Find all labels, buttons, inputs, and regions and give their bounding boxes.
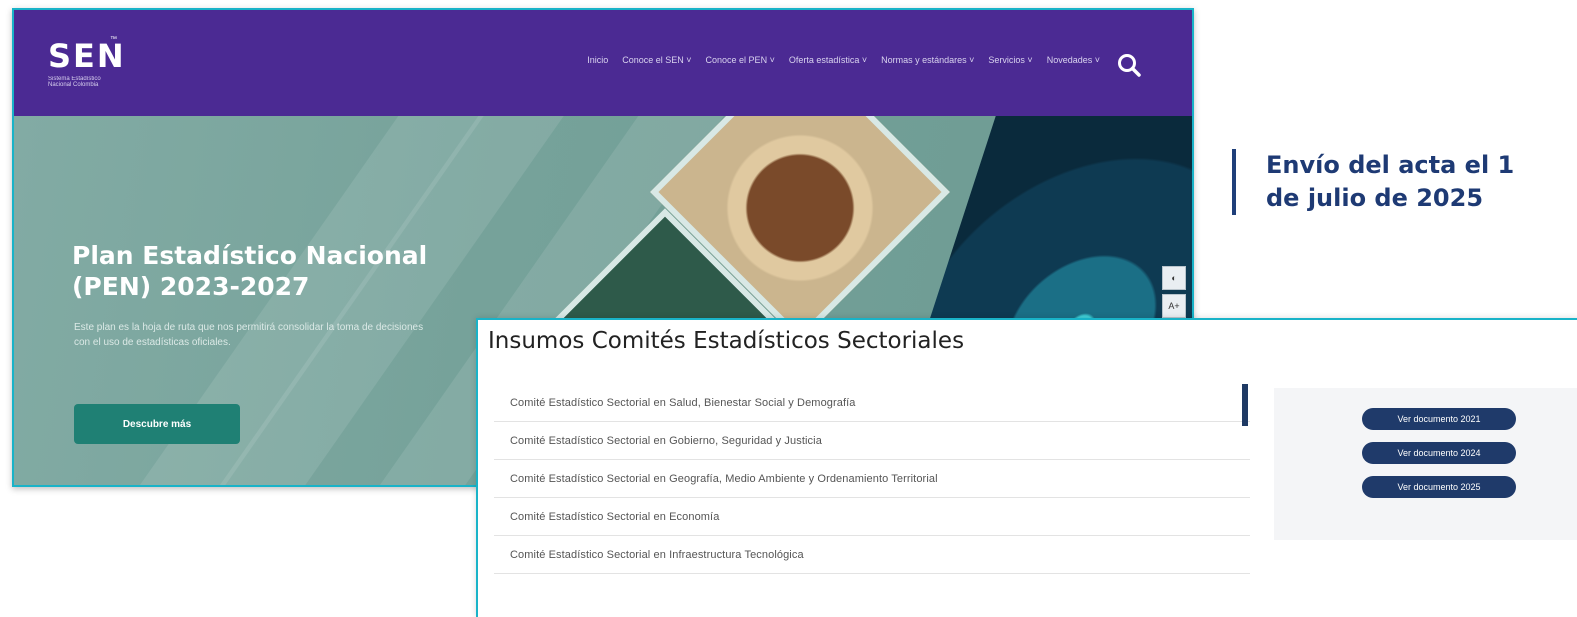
view-document-2021-button[interactable]: Ver documento 2021 [1362,408,1516,430]
hero-description: Este plan es la hoja de ruta que nos per… [74,322,424,348]
search-icon[interactable] [1116,52,1142,78]
logo-text: SEN [48,37,126,75]
committee-item[interactable]: Comité Estadístico Sectorial en Geografí… [494,460,1250,498]
panel-title: Insumos Comités Estadísticos Sectoriales [488,328,965,354]
nav-item-inicio[interactable]: Inicio [587,55,608,65]
callout-line-1: Envío del acta el 1 [1266,151,1515,179]
callout-line-2: de julio de 2025 [1266,184,1484,212]
nav-item-normas-estandares[interactable]: Normas y estándares ˅ [881,55,974,65]
committee-item[interactable]: Comité Estadístico Sectorial en Economía [494,498,1250,536]
discover-more-button[interactable]: Descubre más [74,404,240,444]
committee-item[interactable]: Comité Estadístico Sectorial en Gobierno… [494,422,1250,460]
hero-title: Plan Estadístico Nacional (PEN) 2023-202… [72,241,428,301]
committees-panel: Insumos Comités Estadísticos Sectoriales… [476,318,1577,617]
documents-box: Ver documento 2021 Ver documento 2024 Ve… [1274,388,1577,540]
nav-item-novedades[interactable]: Novedades ˅ [1047,55,1100,65]
view-document-2025-button[interactable]: Ver documento 2025 [1362,476,1516,498]
committee-item[interactable]: Comité Estadístico Sectorial en Infraest… [494,536,1250,574]
sen-logo[interactable]: SEN Sistema Estadístico Nacional Colombi… [48,40,126,92]
nav-item-conoce-pen[interactable]: Conoce el PEN ˅ [706,55,775,65]
nav-item-servicios[interactable]: Servicios ˅ [988,55,1032,65]
logo-trademark: ™ [110,36,117,43]
font-increase-icon[interactable]: A+ [1162,294,1186,318]
callout-note: Envío del acta el 1 de julio de 2025 [1232,149,1577,215]
active-item-indicator [1242,384,1248,426]
view-document-2024-button[interactable]: Ver documento 2024 [1362,442,1516,464]
committee-item[interactable]: Comité Estadístico Sectorial en Salud, B… [494,384,1250,422]
logo-subtitle: Sistema Estadístico Nacional Colombia [48,76,101,88]
nav-item-oferta-estadistica[interactable]: Oferta estadística ˅ [789,55,867,65]
committee-list: Comité Estadístico Sectorial en Salud, B… [494,384,1250,574]
nav-item-conoce-sen[interactable]: Conoce el SEN ˅ [622,55,691,65]
main-nav: Inicio Conoce el SEN ˅ Conoce el PEN ˅ O… [587,55,1100,65]
contrast-icon[interactable]: ◐ [1162,266,1186,290]
navbar: SEN Sistema Estadístico Nacional Colombi… [14,10,1192,116]
